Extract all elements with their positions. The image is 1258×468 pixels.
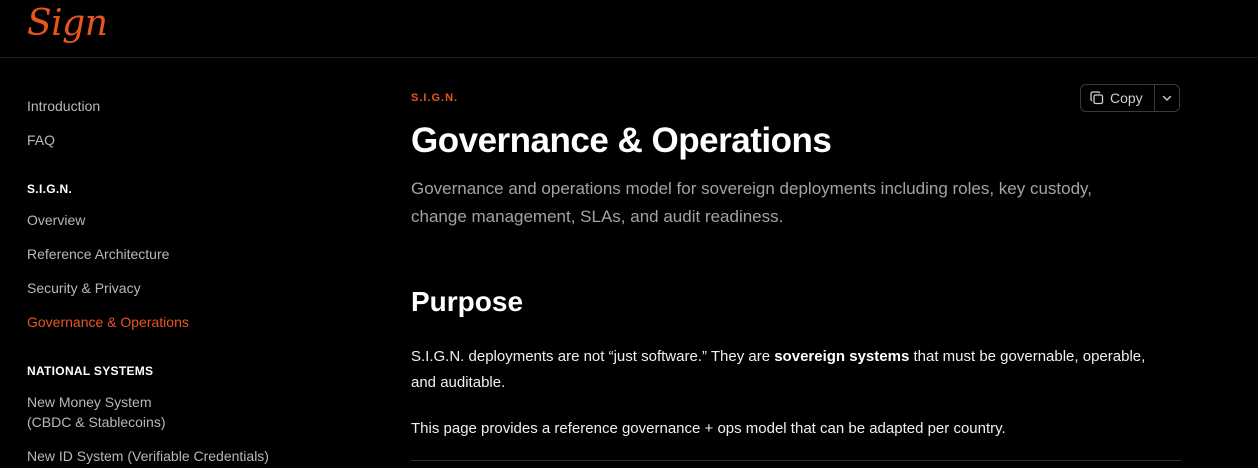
copy-button-group: Copy: [1080, 84, 1180, 112]
section-divider: [411, 460, 1181, 461]
sidebar-item-new-id-system[interactable]: New ID System (Verifiable Credentials): [27, 446, 269, 466]
sidebar-item-introduction[interactable]: Introduction: [27, 96, 100, 116]
purpose-emphasis: sovereign systems: [774, 348, 910, 365]
copy-options-dropdown[interactable]: [1155, 85, 1179, 111]
sidebar-item-sublabel: (CBDC & Stablecoins): [27, 414, 166, 430]
sidebar-item-security-privacy[interactable]: Security & Privacy: [27, 278, 141, 298]
sidebar-section-heading-national-systems: NATIONAL SYSTEMS: [27, 364, 154, 378]
sidebar-item-overview[interactable]: Overview: [27, 210, 85, 230]
main-content: S.I.G.N. Copy Governance & Operations Go…: [411, 59, 1181, 468]
sidebar-item-governance-operations[interactable]: Governance & Operations: [27, 312, 189, 332]
top-bar: Sign: [0, 0, 1258, 58]
sidebar-item-new-money-system[interactable]: New Money System (CBDC & Stablecoins): [27, 392, 327, 432]
breadcrumb-section: S.I.G.N.: [411, 92, 459, 104]
purpose-paragraph-1: S.I.G.N. deployments are not “just softw…: [411, 344, 1171, 396]
brand-logo[interactable]: Sign: [27, 2, 108, 46]
purpose-paragraph-2: This page provides a reference governanc…: [411, 420, 1006, 437]
sidebar-item-faq[interactable]: FAQ: [27, 130, 55, 150]
copy-button-label: Copy: [1110, 90, 1143, 106]
sidebar-section-heading-sign: S.I.G.N.: [27, 182, 73, 196]
sidebar-item-label: New Money System: [27, 394, 152, 410]
purpose-text: S.I.G.N. deployments are not “just softw…: [411, 348, 775, 365]
section-heading-purpose: Purpose: [411, 286, 524, 317]
copy-button[interactable]: Copy: [1081, 85, 1155, 111]
sidebar-nav: Introduction FAQ S.I.G.N. Overview Refer…: [0, 59, 340, 468]
copy-icon: [1090, 91, 1104, 105]
page-title: Governance & Operations: [411, 121, 832, 160]
page-subtitle: Governance and operations model for sove…: [411, 179, 1093, 226]
chevron-down-icon: [1161, 92, 1173, 104]
sidebar-item-reference-architecture[interactable]: Reference Architecture: [27, 244, 169, 264]
